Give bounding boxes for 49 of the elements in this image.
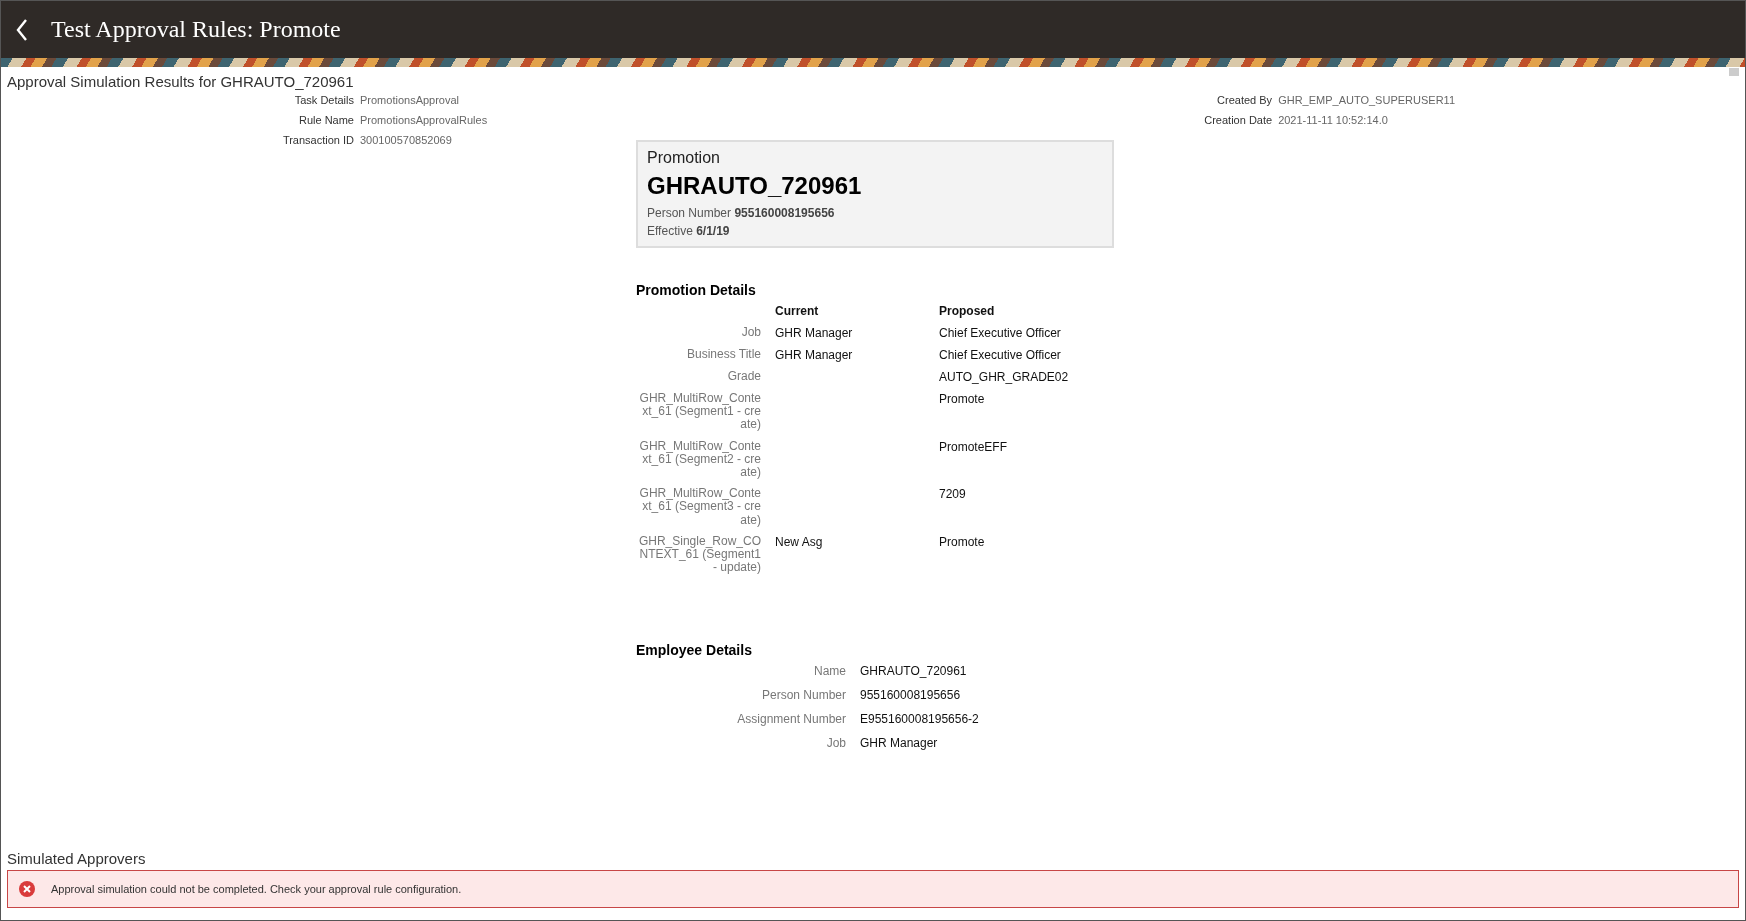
error-icon — [19, 881, 35, 897]
field-label: Name — [813, 664, 846, 679]
field-label: Creation Date — [1204, 114, 1273, 126]
field-value: GHR Manager — [860, 736, 939, 751]
field-label: Rule Name — [297, 114, 354, 126]
column-header: Current — [775, 304, 820, 318]
current-value: GHR Manager — [775, 326, 854, 340]
section-heading: Promotion Details — [636, 282, 757, 298]
current-value: New Asg — [775, 534, 824, 551]
card-type: Promotion — [647, 149, 721, 167]
results-title: Approval Simulation Results for GHRAUTO_720961 — [7, 73, 354, 90]
field-label: Person Number — [760, 688, 846, 703]
proposed-value: Chief Executive Officer — [939, 348, 1062, 362]
proposed-value: Promote — [939, 392, 986, 408]
back-icon[interactable] — [15, 17, 29, 42]
current-value: GHR Manager — [775, 348, 854, 362]
field-value: GHRAUTO_720961 — [860, 664, 968, 679]
field-value: GHR_EMP_AUTO_SUPERUSER11 — [1278, 94, 1455, 106]
field-label: Assignment Number — [736, 712, 846, 727]
field-value: E955160008195656-2 — [860, 712, 980, 727]
effective-date: Effective 6/1/19 — [647, 224, 731, 238]
row-label: Job — [740, 326, 761, 340]
field-label: Transaction ID — [281, 134, 354, 146]
field-value: PromotionsApprovalRules — [360, 114, 488, 126]
section-heading: Employee Details — [636, 642, 753, 659]
error-text: Approval simulation could not be completed. Check your approval rule configuration. — [51, 883, 462, 895]
row-label: GHR_MultiRow_Context_61 (Segment3 - create) — [638, 487, 761, 527]
field-value: 300100570852069 — [360, 134, 453, 146]
proposed-value: AUTO_GHR_GRADE02 — [939, 370, 1070, 384]
row-label: GHR_Single_Row_CONTEXT_61 (Segment1 - update) — [637, 534, 761, 575]
proposed-value: PromoteEFF — [939, 439, 1008, 456]
person-number: Person Number 955160008195656 — [647, 206, 836, 220]
row-label: Business Title — [685, 348, 761, 362]
row-label: GHR_MultiRow_Context_61 (Segment2 - create) — [638, 439, 761, 480]
section-title: Simulated Approvers — [6, 850, 147, 867]
field-value: PromotionsApproval — [360, 94, 461, 106]
field-value: 955160008195656 — [860, 688, 962, 703]
proposed-value: Promote — [939, 534, 986, 551]
field-label: Job — [825, 736, 846, 751]
proposed-value: 7209 — [939, 487, 967, 504]
row-label: GHR_MultiRow_Context_61 (Segment1 - create) — [638, 392, 761, 432]
row-label: Grade — [726, 370, 761, 384]
field-value: 2021-11-11 10:52:14.0 — [1278, 114, 1389, 126]
proposed-value: Chief Executive Officer — [939, 326, 1062, 340]
field-label: Task Details — [293, 94, 354, 106]
field-label: Created By — [1216, 94, 1273, 106]
page-title: Test Approval Rules: Promote — [51, 16, 341, 43]
person-name: GHRAUTO_720961 — [647, 172, 863, 200]
column-header: Proposed — [939, 304, 996, 318]
